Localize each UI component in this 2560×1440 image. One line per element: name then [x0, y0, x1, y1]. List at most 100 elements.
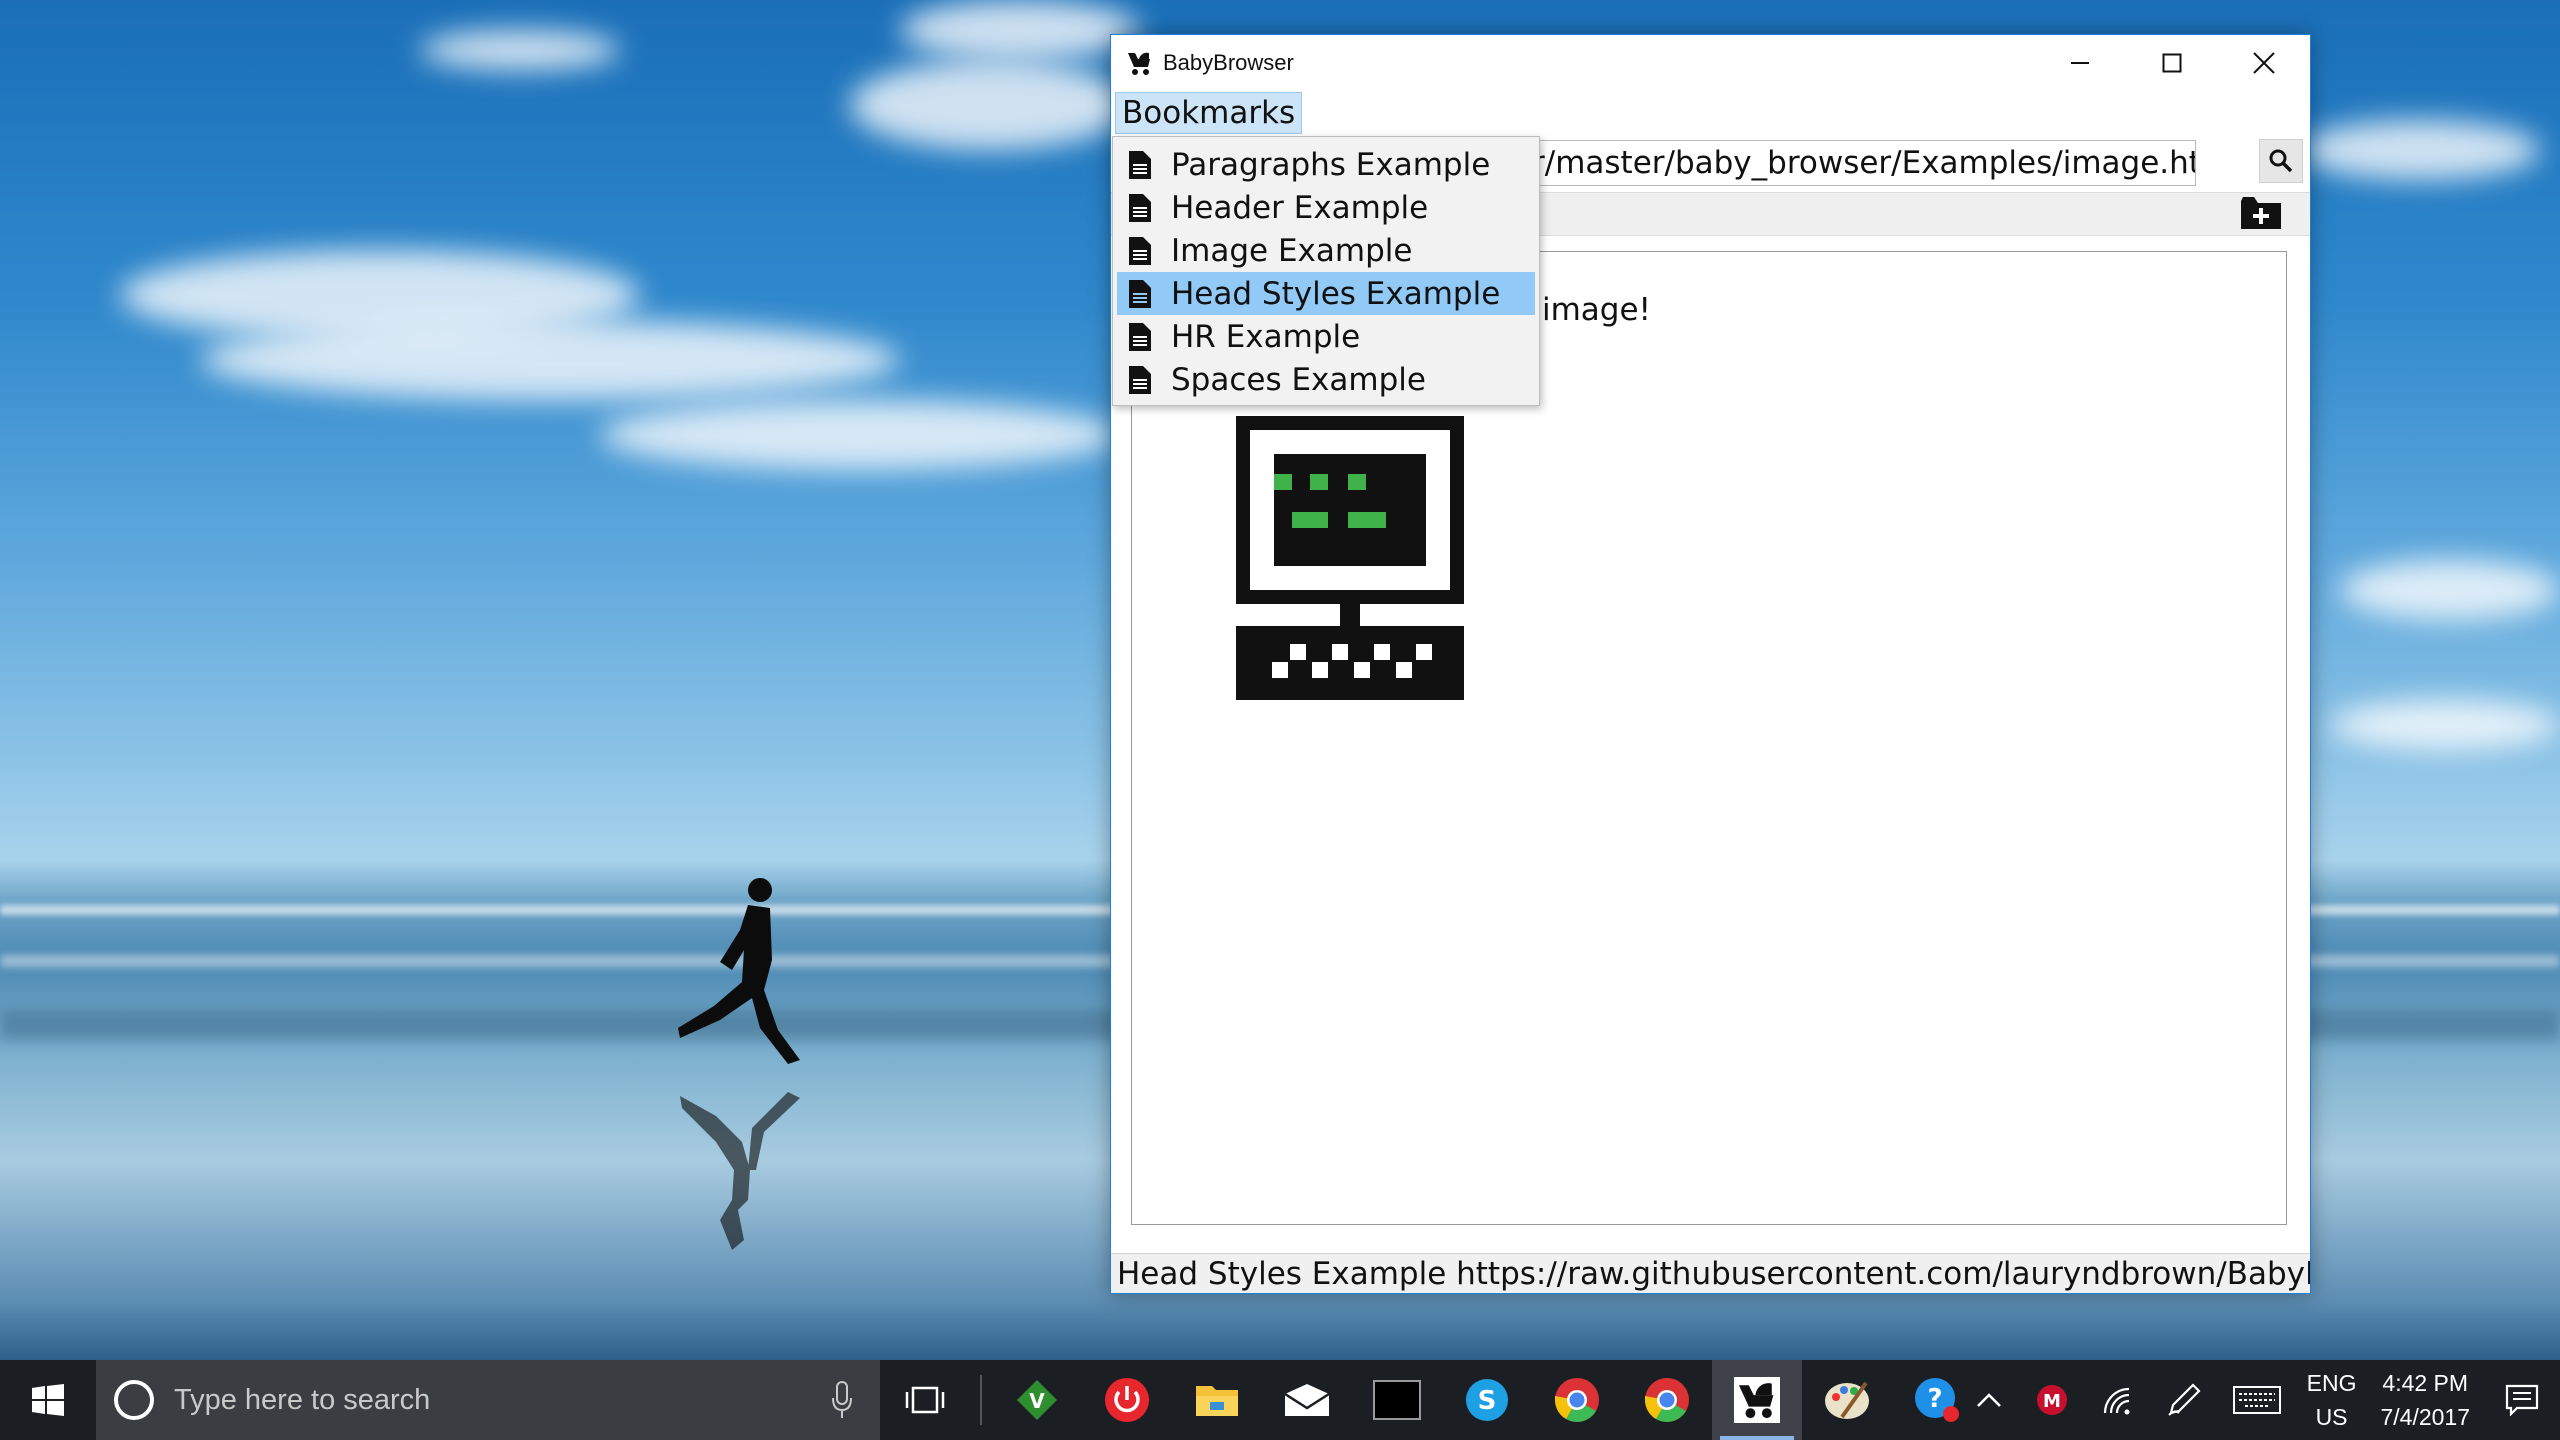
taskbar-skype[interactable]: S [1442, 1360, 1532, 1440]
taskbar: Type here to search V S ? M ENG US 4:42 … [0, 1360, 2560, 1440]
maximize-button[interactable] [2126, 35, 2218, 91]
taskbar-mail[interactable] [1262, 1360, 1352, 1440]
bookmark-label: Image Example [1171, 232, 1413, 269]
active-indicator [1720, 1436, 1794, 1440]
taskbar-chrome-2[interactable] [1622, 1360, 1712, 1440]
status-bar: Head Styles Example https://raw.githubus… [1111, 1253, 2310, 1293]
svg-text:V: V [1029, 1389, 1045, 1413]
taskbar-chrome-1[interactable] [1532, 1360, 1622, 1440]
bookmark-item-hr[interactable]: HR Example [1117, 315, 1535, 358]
svg-text:S: S [1478, 1386, 1497, 1416]
search-icon [2269, 149, 2293, 173]
cloud [600, 400, 1120, 470]
document-icon [1129, 236, 1151, 265]
url-input[interactable]: r/master/baby_browser/Examples/image.htm… [1531, 140, 2196, 186]
search-placeholder: Type here to search [174, 1383, 431, 1416]
window-title: BabyBrowser [1163, 50, 1294, 75]
help-icon: ? [1915, 1378, 1959, 1422]
maximize-icon [2162, 53, 2182, 73]
region-code: US [2315, 1404, 2348, 1430]
tray-mcafee[interactable]: M [2019, 1360, 2085, 1440]
bookmark-label: Header Example [1171, 189, 1429, 226]
document-icon [1129, 150, 1151, 179]
taskbar-search[interactable]: Type here to search [96, 1360, 880, 1440]
document-icon [1129, 322, 1151, 351]
bookmark-item-spaces[interactable]: Spaces Example [1117, 358, 1535, 401]
svg-text:?: ? [1927, 1384, 1942, 1414]
new-tab-folder-icon[interactable] [2240, 195, 2282, 231]
cloud [2330, 700, 2560, 750]
bookmark-label: Spaces Example [1171, 361, 1426, 398]
antivirus-icon: M [2036, 1385, 2067, 1415]
paint-icon [1825, 1381, 1869, 1419]
minimize-icon [2071, 62, 2089, 64]
vim-icon: V [1017, 1380, 1057, 1420]
task-view-button[interactable] [880, 1360, 970, 1440]
menu-bar: Bookmarks [1115, 92, 1303, 134]
document-icon [1129, 365, 1151, 394]
tray-pen[interactable] [2151, 1360, 2217, 1440]
close-button[interactable] [2218, 35, 2310, 91]
clock-date: 7/4/2017 [2380, 1404, 2470, 1430]
microphone-icon[interactable] [830, 1380, 854, 1420]
show-hidden-icons-button[interactable] [1959, 1360, 2019, 1440]
cloud [420, 30, 620, 70]
document-icon [1129, 193, 1151, 222]
clock-time: 4:42 PM [2382, 1370, 2469, 1396]
action-center-button[interactable] [2484, 1360, 2560, 1440]
window-controls [2034, 35, 2310, 91]
cloud [200, 320, 900, 400]
power-app-icon [1105, 1378, 1149, 1422]
runner-silhouette [678, 878, 800, 1250]
cloud [2300, 120, 2540, 180]
pen-ink-icon [2167, 1383, 2201, 1416]
mail-icon [1284, 1384, 1330, 1416]
start-button[interactable] [0, 1360, 96, 1440]
terminal-icon [1373, 1380, 1421, 1420]
bookmark-item-head-styles[interactable]: Head Styles Example [1117, 272, 1535, 315]
stroller-icon [1128, 52, 1150, 75]
bookmark-label: Head Styles Example [1171, 275, 1501, 312]
close-icon [2253, 52, 2275, 74]
taskbar-power-app[interactable] [1082, 1360, 1172, 1440]
task-view-icon [905, 1386, 945, 1414]
taskbar-terminal[interactable] [1352, 1360, 1442, 1440]
page-text: image! [1542, 292, 1651, 328]
windows-logo-icon [32, 1384, 64, 1416]
bookmark-item-image[interactable]: Image Example [1117, 229, 1535, 272]
notification-icon [2505, 1384, 2539, 1416]
chrome-icon [1645, 1378, 1689, 1422]
tray-keyboard[interactable] [2217, 1360, 2297, 1440]
taskbar-babybrowser[interactable] [1712, 1360, 1802, 1440]
svg-text:M: M [2043, 1391, 2061, 1412]
chrome-icon [1555, 1378, 1599, 1422]
cortana-icon [114, 1380, 154, 1420]
language-code: ENG [2306, 1370, 2357, 1396]
bookmark-item-header[interactable]: Header Example [1117, 186, 1535, 229]
file-explorer-icon [1196, 1386, 1238, 1416]
bookmark-label: HR Example [1171, 318, 1361, 355]
taskbar-paint[interactable] [1802, 1360, 1892, 1440]
clock[interactable]: 4:42 PM 7/4/2017 [2366, 1366, 2484, 1434]
bookmarks-dropdown: Paragraphs Example Header Example Image … [1112, 136, 1540, 406]
cloud [900, 0, 1140, 60]
document-icon [1129, 279, 1151, 308]
babybrowser-icon [1734, 1377, 1780, 1423]
go-button[interactable] [2259, 139, 2303, 183]
taskbar-vim[interactable]: V [992, 1360, 1082, 1440]
minimize-button[interactable] [2034, 35, 2126, 91]
system-tray: M ENG US 4:42 PM 7/4/2017 [1959, 1360, 2560, 1440]
chevron-up-icon [1976, 1393, 2001, 1407]
wifi-icon [2103, 1387, 2130, 1415]
taskbar-divider [980, 1375, 982, 1425]
bookmarks-menu-button[interactable]: Bookmarks [1115, 92, 1303, 134]
cloud [2340, 560, 2560, 620]
bookmark-item-paragraphs[interactable]: Paragraphs Example [1117, 143, 1535, 186]
taskbar-file-explorer[interactable] [1172, 1360, 1262, 1440]
language-indicator[interactable]: ENG US [2297, 1366, 2367, 1434]
keyboard-icon [2232, 1386, 2281, 1414]
computer-image [1236, 416, 1464, 700]
skype-icon: S [1466, 1379, 1508, 1421]
cloud [850, 60, 1130, 150]
tray-network[interactable] [2085, 1360, 2151, 1440]
